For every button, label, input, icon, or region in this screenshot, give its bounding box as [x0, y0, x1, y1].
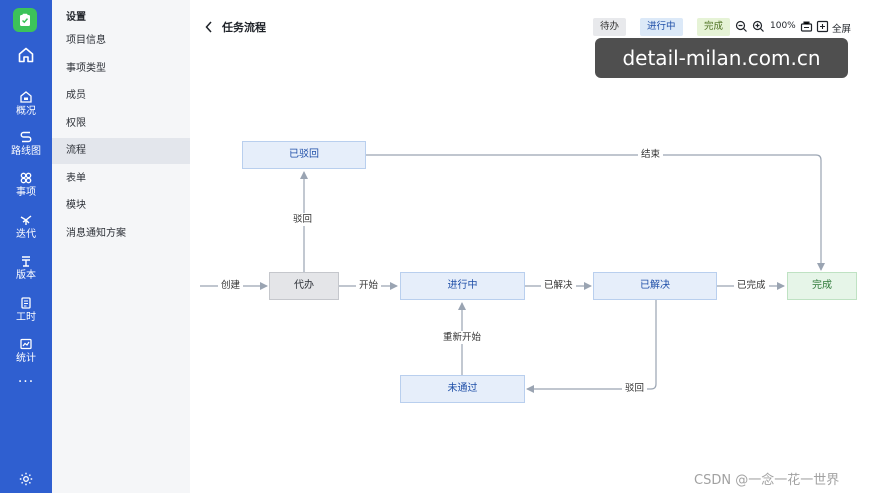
edge-end [366, 154, 825, 271]
menu-item-forms[interactable]: 表单 [52, 166, 190, 192]
node-resolved[interactable]: 已解决 [593, 272, 717, 300]
icon-rail: 概况 路线图 事项 迭代 版本 工时 统计 ··· [0, 0, 52, 493]
menu-item-permissions[interactable]: 权限 [52, 111, 190, 137]
menu-item-modules[interactable]: 模块 [52, 193, 190, 219]
menu-item-members[interactable]: 成员 [52, 83, 190, 109]
menu-item-project-info[interactable]: 项目信息 [52, 28, 190, 54]
rail-item-label: 迭代 [16, 228, 36, 240]
items-icon [20, 172, 32, 183]
roadmap-icon [20, 131, 32, 142]
app-logo-icon[interactable] [13, 8, 37, 32]
more-icon[interactable]: ··· [0, 374, 52, 390]
menu-item-notifications[interactable]: 消息通知方案 [52, 221, 190, 247]
edge-label-resolved: 已解决 [541, 279, 576, 292]
edge-label-restart: 重新开始 [440, 331, 485, 344]
rail-item-label: 路线图 [11, 145, 41, 157]
menu-item-item-types[interactable]: 事项类型 [52, 56, 190, 82]
edge-reject-back [526, 300, 657, 393]
edge-label-create: 创建 [218, 279, 244, 292]
version-icon [22, 255, 30, 267]
node-not-passed[interactable]: 未通过 [400, 375, 525, 403]
edge-label-reject-back: 驳回 [622, 382, 648, 395]
rail-item-overview[interactable]: 概况 [0, 84, 52, 122]
rail-item-label: 事项 [16, 186, 36, 198]
settings-menu: 设置 项目信息 事项类型 成员 权限 流程 表单 模块 消息通知方案 [52, 0, 190, 493]
app-window: 概况 路线图 事项 迭代 版本 工时 统计 ··· 设置 项目信息 事项类型 成… [0, 0, 883, 493]
edge-label-completed: 已完成 [734, 279, 769, 292]
iteration-icon [20, 214, 32, 225]
rail-item-label: 工时 [16, 311, 36, 323]
rail-item-label: 版本 [16, 269, 36, 281]
rail-item-iteration[interactable]: 迭代 [0, 207, 52, 245]
rail-item-label: 统计 [16, 352, 36, 364]
settings-menu-title: 设置 [66, 12, 86, 23]
edge-label-reject-up: 驳回 [290, 213, 316, 226]
overview-icon [20, 90, 32, 103]
rail-item-version[interactable]: 版本 [0, 248, 52, 286]
rail-item-label: 概况 [16, 105, 36, 117]
rail-item-roadmap[interactable]: 路线图 [0, 124, 52, 162]
worktime-icon [21, 296, 31, 309]
watermark-banner: detail-milan.com.cn [595, 38, 848, 78]
credit-watermark: CSDN @一念一花一世界 [694, 473, 840, 488]
home-icon[interactable] [9, 40, 43, 70]
rail-item-statistics[interactable]: 统计 [0, 331, 52, 369]
edge-label-end: 结束 [638, 148, 664, 161]
settings-gear-icon[interactable] [18, 471, 34, 487]
rail-item-items[interactable]: 事项 [0, 165, 52, 203]
rail-item-worktime[interactable]: 工时 [0, 290, 52, 328]
node-rejected[interactable]: 已驳回 [242, 141, 366, 169]
node-pending[interactable]: 代办 [269, 272, 339, 300]
edge-label-start: 开始 [356, 279, 382, 292]
node-in-progress[interactable]: 进行中 [400, 272, 525, 300]
menu-item-workflow[interactable]: 流程 [52, 138, 190, 164]
statistics-icon [20, 338, 32, 349]
node-complete[interactable]: 完成 [787, 272, 857, 300]
